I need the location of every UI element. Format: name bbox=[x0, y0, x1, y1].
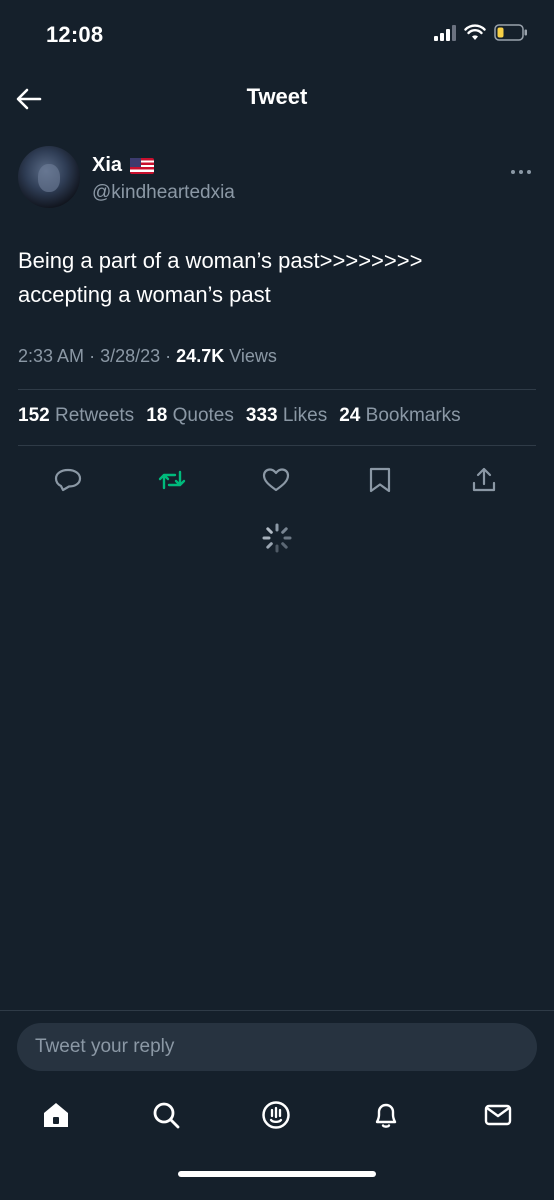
reply-input[interactable]: Tweet your reply bbox=[17, 1023, 537, 1071]
cellular-signal-icon bbox=[434, 24, 456, 41]
wifi-icon bbox=[464, 24, 486, 40]
tweet-author[interactable]: Xia @kindheartedxia bbox=[18, 146, 536, 212]
divider bbox=[18, 445, 536, 446]
more-horizontal-icon bbox=[511, 170, 531, 174]
author-handle[interactable]: @kindheartedxia bbox=[92, 182, 235, 204]
like-icon bbox=[262, 468, 290, 492]
nav-messages[interactable] bbox=[482, 1099, 514, 1131]
nav-notifications[interactable] bbox=[370, 1099, 402, 1131]
more-options-button[interactable] bbox=[510, 158, 532, 181]
page-title: Tweet bbox=[246, 84, 308, 109]
messages-icon bbox=[484, 1104, 512, 1126]
meta-separator: · bbox=[89, 346, 96, 366]
home-icon bbox=[44, 1103, 68, 1127]
author-name-row[interactable]: Xia bbox=[92, 154, 155, 177]
tweet-meta: 2:33 AM · 3/28/23 · 24.7K Views bbox=[18, 346, 277, 367]
share-icon bbox=[472, 467, 496, 492]
tweet-stats: 152 Retweets 18 Quotes 333 Likes 24 Book… bbox=[18, 405, 536, 427]
tweet-time: 2:33 AM bbox=[18, 346, 85, 366]
top-header: Tweet bbox=[0, 70, 554, 126]
bookmark-button[interactable] bbox=[364, 464, 396, 496]
bookmarks-stat[interactable]: 24 Bookmarks bbox=[339, 405, 460, 427]
quotes-stat[interactable]: 18 Quotes bbox=[146, 405, 234, 427]
likes-stat[interactable]: 333 Likes bbox=[246, 405, 327, 427]
bookmark-icon bbox=[369, 467, 391, 493]
tweet-date: 3/28/23 bbox=[100, 346, 161, 366]
views-label[interactable]: Views bbox=[229, 346, 277, 366]
loading-spinner-icon bbox=[262, 523, 292, 553]
search-icon bbox=[153, 1102, 180, 1129]
battery-low-icon bbox=[494, 24, 527, 41]
like-button[interactable] bbox=[260, 464, 292, 496]
reply-placeholder: Tweet your reply bbox=[35, 1036, 175, 1057]
status-icons bbox=[434, 24, 528, 41]
share-button[interactable] bbox=[468, 464, 500, 496]
views-count[interactable]: 24.7K bbox=[176, 346, 224, 366]
tweet-text: Being a part of a woman’s past>>>>>>>> a… bbox=[18, 244, 536, 312]
reply-icon bbox=[54, 468, 82, 492]
retweet-button[interactable] bbox=[156, 464, 188, 496]
status-time: 12:08 bbox=[46, 22, 104, 47]
spaces-icon bbox=[262, 1101, 290, 1129]
notifications-icon bbox=[375, 1103, 397, 1128]
nav-spaces[interactable] bbox=[260, 1099, 292, 1131]
tweet-actions bbox=[0, 460, 554, 500]
nav-home[interactable] bbox=[40, 1099, 72, 1131]
avatar[interactable] bbox=[18, 146, 80, 208]
home-indicator[interactable] bbox=[178, 1171, 376, 1177]
retweets-stat[interactable]: 152 Retweets bbox=[18, 405, 134, 427]
tweet-text-line: Being a part of a woman’s past>>>>>>>> bbox=[18, 248, 423, 273]
tweet-text-line: accepting a woman’s past bbox=[18, 282, 271, 307]
meta-separator: · bbox=[165, 346, 172, 366]
retweet-icon bbox=[158, 470, 186, 490]
nav-search[interactable] bbox=[150, 1099, 182, 1131]
reply-button[interactable] bbox=[52, 464, 84, 496]
status-bar: 12:08 bbox=[0, 0, 554, 70]
us-flag-icon bbox=[130, 157, 155, 174]
author-name[interactable]: Xia bbox=[92, 154, 122, 177]
divider bbox=[18, 389, 536, 390]
